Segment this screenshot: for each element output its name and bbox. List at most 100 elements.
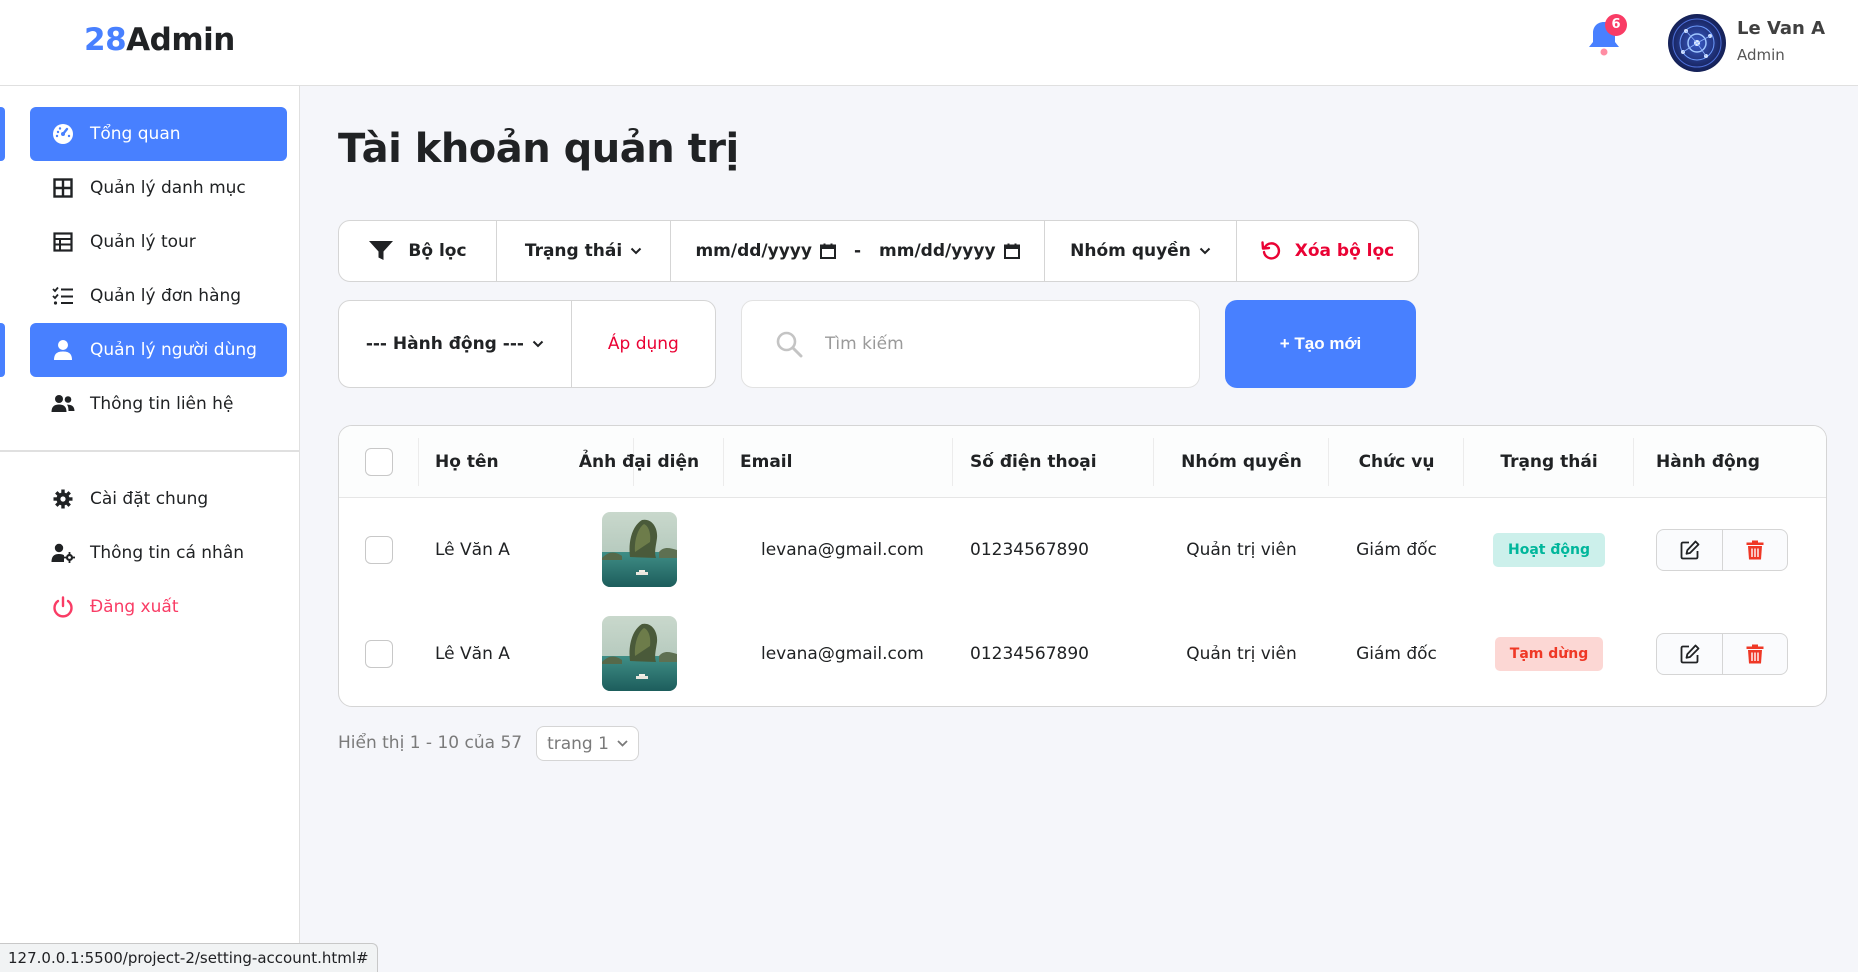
reset-icon bbox=[1261, 241, 1280, 260]
column-header-actions: Hành động bbox=[1656, 452, 1760, 472]
column-header-avatar[interactable]: Ảnh đại diện bbox=[554, 426, 724, 498]
sidebar-item-label: Tổng quan bbox=[90, 124, 181, 144]
table-row: Lê Văn A levana@gmail.com 01234567890 Qu… bbox=[339, 602, 1826, 705]
active-indicator bbox=[0, 107, 5, 161]
sidebar-item-dashboard[interactable]: Tổng quan bbox=[30, 107, 287, 161]
sidebar-item-categories[interactable]: Quản lý danh mục bbox=[30, 161, 287, 215]
column-header-phone[interactable]: Số điện thoại bbox=[953, 426, 1154, 498]
avatar-cell bbox=[554, 498, 724, 601]
avatar[interactable] bbox=[1668, 14, 1726, 72]
row-select-cell bbox=[339, 602, 419, 705]
status-cell: Hoạt động bbox=[1464, 498, 1634, 601]
grid-icon bbox=[50, 175, 76, 201]
calendar-icon[interactable] bbox=[1003, 243, 1020, 259]
table-header: Họ tên Ảnh đại diện Email Số điện thoại … bbox=[339, 426, 1826, 498]
column-header-role-group[interactable]: Nhóm quyền bbox=[1154, 426, 1329, 498]
delete-button[interactable] bbox=[1722, 529, 1787, 570]
filter-bar: Bộ lọc Trạng thái mm/dd/yyyy - mm/dd/yyy… bbox=[338, 220, 1419, 282]
sidebar-item-logout[interactable]: Đăng xuất bbox=[30, 580, 287, 634]
column-header-position[interactable]: Chức vụ bbox=[1329, 426, 1464, 498]
delete-button[interactable] bbox=[1722, 633, 1787, 674]
sidebar-item-orders[interactable]: Quản lý đơn hàng bbox=[30, 269, 287, 323]
role-group-filter-dropdown[interactable]: Nhóm quyền bbox=[1045, 221, 1237, 281]
notification-badge: 6 bbox=[1605, 14, 1627, 36]
filter-label: Bộ lọc bbox=[339, 221, 497, 281]
search-input[interactable] bbox=[825, 334, 1145, 354]
users-icon bbox=[50, 391, 76, 417]
row-action-group bbox=[1656, 632, 1788, 675]
sidebar-item-profile[interactable]: Thông tin cá nhân bbox=[30, 526, 287, 580]
status-badge: Hoạt động bbox=[1493, 532, 1605, 567]
row-action-group bbox=[1656, 528, 1788, 571]
user-role: Admin bbox=[1737, 46, 1785, 64]
trash-icon bbox=[1746, 644, 1764, 663]
sidebar-item-label: Thông tin cá nhân bbox=[90, 543, 245, 563]
date-from-input[interactable]: mm/dd/yyyy bbox=[695, 241, 836, 261]
sidebar-item-label: Đăng xuất bbox=[90, 597, 179, 617]
power-icon bbox=[50, 594, 76, 620]
user-name: Le Van A bbox=[1737, 18, 1826, 39]
search-icon bbox=[776, 331, 803, 358]
sidebar-divider bbox=[0, 450, 300, 452]
filter-icon bbox=[369, 241, 394, 260]
app-logo[interactable]: 28Admin bbox=[84, 22, 235, 58]
apply-button[interactable]: Áp dụng bbox=[572, 301, 715, 387]
select-all-cell bbox=[339, 426, 419, 498]
user-gear-icon bbox=[50, 540, 76, 566]
sidebar-item-label: Quản lý tour bbox=[90, 232, 196, 252]
sidebar-item-settings[interactable]: Cài đặt chung bbox=[30, 472, 287, 526]
sidebar-item-users[interactable]: Quản lý người dùng bbox=[30, 323, 287, 377]
table-row: Lê Văn A levana@gmail.com 01234567890 Qu… bbox=[339, 498, 1826, 601]
chevron-down-icon bbox=[630, 247, 642, 255]
pagination-summary: Hiển thị 1 - 10 của 57 bbox=[338, 733, 523, 753]
gear-icon bbox=[50, 486, 76, 512]
position-cell: Giám đốc bbox=[1356, 539, 1437, 560]
calendar-icon[interactable] bbox=[819, 243, 836, 259]
select-all-checkbox[interactable] bbox=[365, 448, 393, 476]
date-to-input[interactable]: mm/dd/yyyy bbox=[879, 241, 1020, 261]
active-indicator bbox=[0, 323, 5, 377]
phone-cell: 01234567890 bbox=[970, 539, 1089, 560]
checklist-icon bbox=[50, 283, 76, 309]
sidebar-item-label: Cài đặt chung bbox=[90, 489, 209, 509]
top-header: 28Admin 6 Le Van A Admin bbox=[0, 0, 1858, 86]
avatar-cell bbox=[554, 602, 724, 705]
bulk-action-dropdown[interactable]: --- Hành động --- bbox=[339, 301, 572, 387]
email-cell: levana@gmail.com bbox=[761, 539, 924, 560]
actions-cell bbox=[1634, 498, 1826, 601]
table-icon bbox=[50, 229, 76, 255]
accounts-table: Họ tên Ảnh đại diện Email Số điện thoại … bbox=[338, 425, 1827, 707]
chevron-down-icon bbox=[1199, 247, 1211, 255]
sidebar-item-label: Quản lý danh mục bbox=[90, 178, 246, 198]
sidebar-item-tours[interactable]: Quản lý tour bbox=[30, 215, 287, 269]
sidebar-item-label: Thông tin liên hệ bbox=[90, 394, 234, 414]
sidebar-item-label: Quản lý đơn hàng bbox=[90, 286, 242, 306]
create-new-button[interactable]: + Tạo mới bbox=[1225, 300, 1416, 388]
chevron-down-icon bbox=[617, 740, 628, 747]
avatar-image bbox=[601, 512, 677, 587]
page-select-dropdown[interactable]: trang 1 bbox=[536, 726, 639, 761]
status-filter-dropdown[interactable]: Trạng thái bbox=[497, 221, 671, 281]
user-icon bbox=[50, 337, 76, 363]
search-box bbox=[741, 300, 1200, 388]
edit-button[interactable] bbox=[1657, 634, 1722, 674]
column-header-email[interactable]: Email bbox=[724, 426, 953, 498]
row-checkbox[interactable] bbox=[365, 535, 393, 564]
sidebar: Tổng quan Quản lý danh mục Quản lý tour … bbox=[0, 86, 300, 972]
row-checkbox[interactable] bbox=[365, 639, 393, 668]
role-group-cell: Quản trị viên bbox=[1186, 643, 1297, 664]
bulk-action-box: --- Hành động --- Áp dụng bbox=[338, 300, 716, 388]
trash-icon bbox=[1746, 540, 1764, 559]
sidebar-item-contacts[interactable]: Thông tin liên hệ bbox=[30, 377, 287, 431]
position-cell: Giám đốc bbox=[1356, 643, 1437, 664]
reset-filter-button[interactable]: Xóa bộ lọc bbox=[1237, 221, 1418, 281]
row-select-cell bbox=[339, 498, 419, 601]
status-badge: Tạm dừng bbox=[1494, 636, 1604, 671]
edit-button[interactable] bbox=[1657, 530, 1722, 570]
chevron-down-icon bbox=[532, 340, 544, 348]
avatar-image bbox=[601, 616, 677, 691]
status-cell: Tạm dừng bbox=[1464, 602, 1634, 705]
edit-icon bbox=[1680, 540, 1699, 559]
page-title: Tài khoản quản trị bbox=[338, 126, 739, 172]
column-header-status[interactable]: Trạng thái bbox=[1464, 426, 1634, 498]
